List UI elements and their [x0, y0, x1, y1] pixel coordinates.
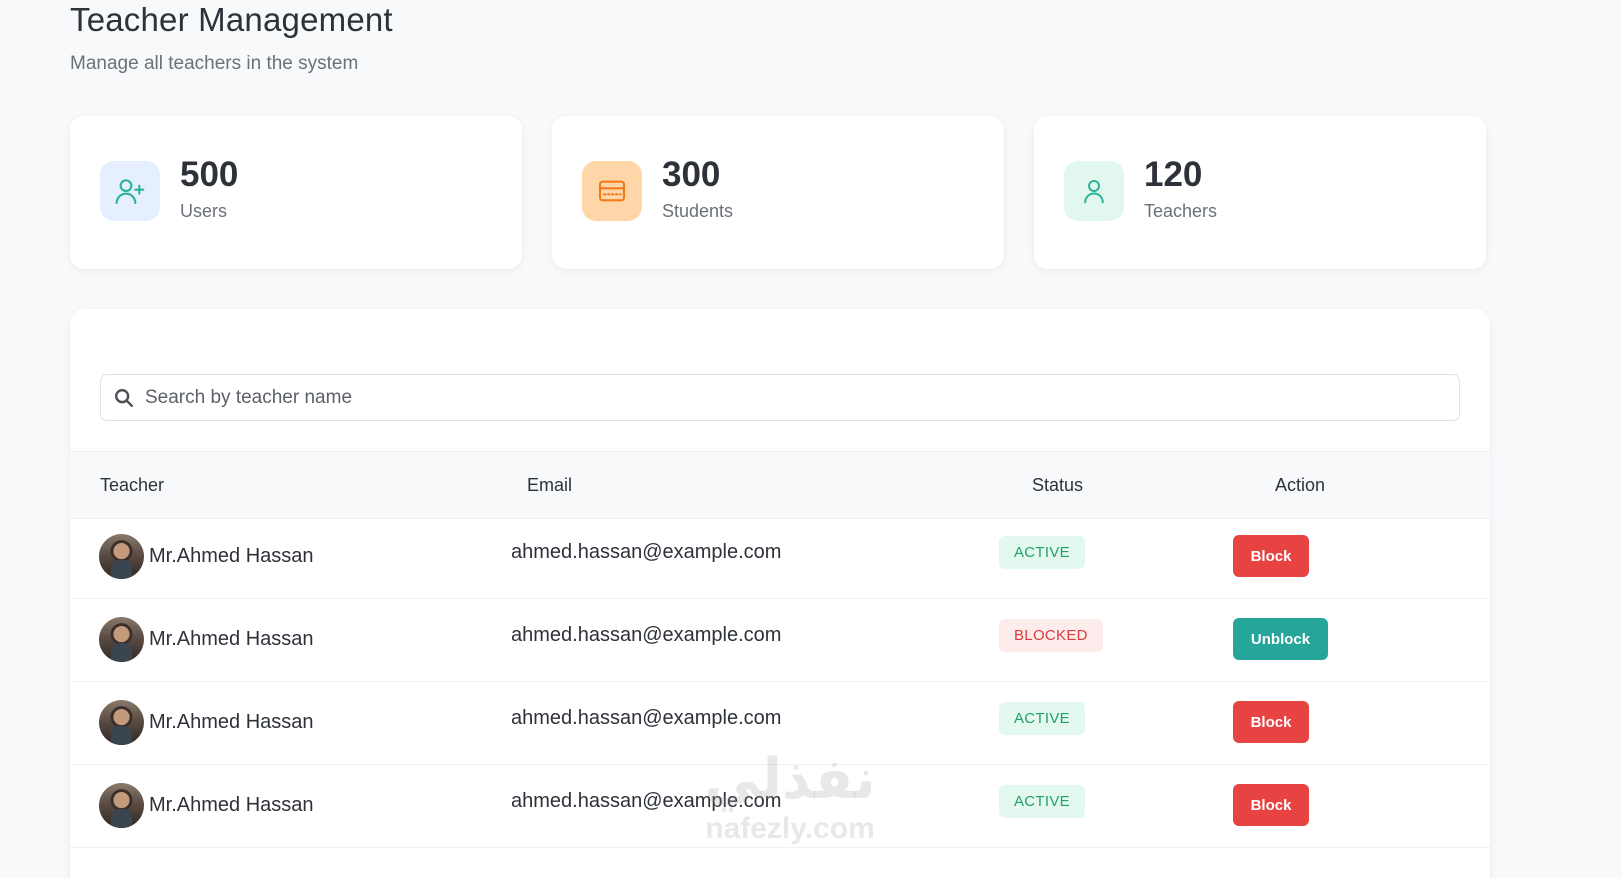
unblock-button[interactable]: Unblock [1233, 618, 1328, 660]
stats-row: 500 Users 300 Students 120 Teachers [70, 116, 1490, 269]
user-icon [1064, 160, 1124, 221]
teacher-name: Mr.Ahmed Hassan [149, 627, 314, 650]
avatar [99, 782, 144, 828]
block-button[interactable]: Block [1233, 701, 1309, 743]
teacher-email: ahmed.hassan@example.com [511, 623, 782, 646]
search-icon [115, 388, 133, 407]
teacher-email: ahmed.hassan@example.com [511, 789, 782, 812]
ticket-icon [582, 160, 642, 221]
teacher-name: Mr.Ahmed Hassan [149, 544, 314, 567]
table-header: Teacher Email Status Action [70, 451, 1490, 519]
stat-value-users: 500 [180, 155, 239, 194]
status-badge: ACTIVE [999, 535, 1085, 569]
stat-value-students: 300 [662, 155, 721, 194]
column-header-status: Status [1032, 474, 1084, 495]
page-subtitle: Manage all teachers in the system [70, 53, 359, 74]
stat-label-users: Users [180, 201, 228, 221]
teacher-email: ahmed.hassan@example.com [511, 540, 782, 563]
status-badge: ACTIVE [999, 784, 1085, 818]
table-row: Mr.Ahmed Hassan ahmed.hassan@example.com… [70, 513, 1490, 599]
avatar [99, 616, 144, 662]
stat-value-teachers: 120 [1144, 155, 1203, 194]
avatar [99, 699, 144, 745]
teacher-name: Mr.Ahmed Hassan [149, 710, 314, 733]
stat-label-students: Students [662, 201, 734, 221]
column-header-email: Email [527, 474, 573, 495]
teacher-management-page: Teacher Management Manage all teachers i… [70, 0, 1490, 878]
table-row: Mr.Ahmed Hassan ahmed.hassan@example.com… [70, 679, 1490, 765]
table-row: Mr.Ahmed Hassan ahmed.hassan@example.com… [70, 762, 1490, 848]
block-button[interactable]: Block [1233, 535, 1309, 577]
search-box[interactable] [100, 374, 1460, 421]
teacher-name: Mr.Ahmed Hassan [149, 793, 314, 816]
table-row: Mr.Ahmed Hassan ahmed.hassan@example.com… [70, 596, 1490, 682]
page-title: Teacher Management [70, 1, 393, 38]
stat-card-users: 500 Users [70, 116, 522, 269]
column-header-teacher: Teacher [100, 474, 165, 495]
status-badge: ACTIVE [999, 701, 1085, 735]
stat-label-teachers: Teachers [1144, 201, 1218, 221]
search-input[interactable] [145, 386, 1435, 409]
teachers-table-card: Teacher Email Status Action Mr.Ahmed Has… [70, 309, 1490, 878]
stat-card-teachers: 120 Teachers [1034, 116, 1486, 269]
teacher-email: ahmed.hassan@example.com [511, 706, 782, 729]
column-header-action: Action [1275, 474, 1326, 495]
block-button[interactable]: Block [1233, 784, 1309, 826]
status-badge: BLOCKED [999, 618, 1103, 652]
stat-card-students: 300 Students [552, 116, 1004, 269]
user-plus-icon [100, 160, 160, 221]
avatar [99, 533, 144, 579]
